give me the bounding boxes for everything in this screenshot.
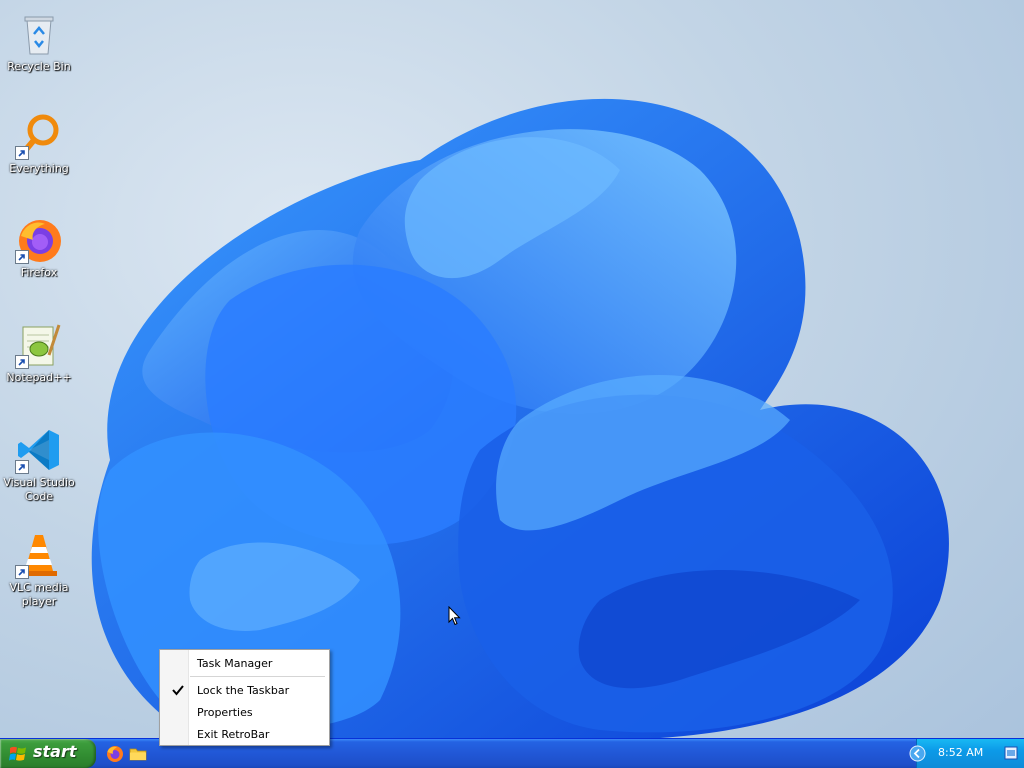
quick-launch-folder-icon[interactable] <box>129 745 147 763</box>
recycle-bin-icon <box>15 10 63 58</box>
quick-launch-firefox-icon[interactable] <box>106 745 124 763</box>
shortcut-arrow-icon <box>15 146 29 160</box>
menu-item-label: Properties <box>197 705 253 719</box>
desktop-icon-label: VLC media player <box>9 581 69 608</box>
show-desktop-icon <box>1004 746 1018 760</box>
everything-search-icon <box>15 112 63 160</box>
start-label: start <box>33 742 77 761</box>
shortcut-arrow-icon <box>15 355 29 369</box>
menu-item-label: Task Manager <box>197 656 273 670</box>
menu-item-properties[interactable]: Properties <box>162 702 327 722</box>
notepad-plus-plus-icon <box>15 321 63 369</box>
menu-item-task-manager[interactable]: Task Manager <box>162 653 327 673</box>
show-desktop-button[interactable] <box>998 739 1024 768</box>
desktop-icon-label: Everything <box>9 162 69 175</box>
desktop-icon-label: Recycle Bin <box>7 60 71 73</box>
menu-item-exit-retrobar[interactable]: Exit RetroBar <box>162 724 327 744</box>
menu-item-label: Lock the Taskbar <box>197 683 290 697</box>
checkmark-icon <box>172 685 184 696</box>
shortcut-arrow-icon <box>15 250 29 264</box>
menu-item-lock-taskbar[interactable]: Lock the Taskbar <box>162 680 327 700</box>
wallpaper-bloom <box>91 98 949 740</box>
desktop-icon-notepad-plus-plus[interactable]: Notepad++ <box>0 321 78 385</box>
menu-item-label: Exit RetroBar <box>197 727 270 741</box>
firefox-icon <box>15 216 63 264</box>
taskbar-context-menu: Task Manager Lock the Taskbar Properties… <box>159 649 330 746</box>
shortcut-arrow-icon <box>15 565 29 579</box>
shortcut-arrow-icon <box>15 460 29 474</box>
start-button[interactable]: start <box>0 739 96 768</box>
desktop-icon-visual-studio-code[interactable]: Visual Studio Code <box>0 426 78 504</box>
desktop-icon-recycle-bin[interactable]: Recycle Bin <box>0 10 78 74</box>
desktop-icon-vlc[interactable]: VLC media player <box>0 531 78 609</box>
desktop-icon-everything[interactable]: Everything <box>0 112 78 176</box>
taskbar-clock[interactable]: 8:52 AM <box>938 746 983 759</box>
menu-separator <box>190 676 325 677</box>
system-tray: 8:52 AM <box>909 739 998 768</box>
vscode-icon <box>15 426 63 474</box>
desktop-icon-label: Notepad++ <box>6 371 72 384</box>
desktop[interactable]: Recycle Bin Everything Firefox Notepad++… <box>0 0 1024 768</box>
tray-expand-chevron-icon[interactable] <box>909 745 926 762</box>
windows-logo-icon <box>9 746 26 761</box>
vlc-icon <box>15 531 63 579</box>
desktop-icon-label: Visual Studio Code <box>3 476 75 503</box>
desktop-icon-firefox[interactable]: Firefox <box>0 216 78 280</box>
desktop-icon-label: Firefox <box>20 266 58 279</box>
mouse-cursor-icon <box>448 606 461 626</box>
taskbar[interactable]: start 8:52 AM <box>0 738 1024 768</box>
